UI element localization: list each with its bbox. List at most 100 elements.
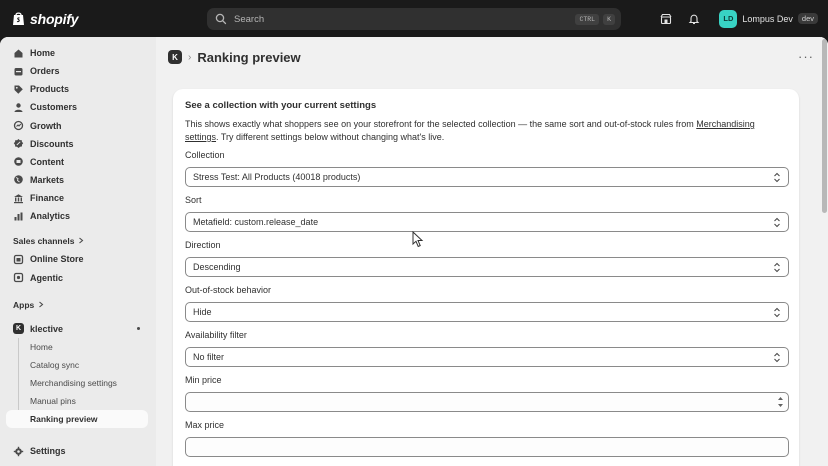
card-description: This shows exactly what shoppers see on …: [185, 118, 775, 144]
select-arrows-icon: [773, 352, 781, 363]
select-arrows-icon: [773, 262, 781, 273]
person-icon: [13, 102, 24, 113]
top-actions: LD Lompus Dev dev: [657, 0, 818, 37]
sidebar-item-analytics[interactable]: Analytics: [0, 207, 156, 225]
sidebar-item-label: Discounts: [30, 138, 74, 149]
main-content: K › Ranking preview ··· See a collection…: [156, 37, 828, 466]
direction-label: Direction: [185, 240, 221, 250]
direction-select[interactable]: Descending: [185, 257, 789, 277]
search-placeholder: Search: [234, 13, 265, 25]
oos-field: Out-of-stock behavior Hide: [185, 285, 789, 322]
discount-icon: [13, 138, 24, 149]
max-price-label: Max price: [185, 420, 225, 430]
mouse-cursor-icon: [412, 230, 424, 248]
card-title: See a collection with your current setti…: [185, 100, 377, 111]
oos-label: Out-of-stock behavior: [185, 285, 272, 295]
store-switch-icon[interactable]: [657, 10, 675, 28]
direction-value: Descending: [193, 262, 241, 272]
user-menu[interactable]: LD Lompus Dev dev: [719, 9, 818, 28]
app-sub-item-catalog-sync[interactable]: Catalog sync: [0, 356, 156, 374]
sidebar-item-customers[interactable]: Customers: [0, 98, 156, 116]
select-arrows-icon: [773, 172, 781, 183]
sidebar-item-settings[interactable]: Settings: [0, 442, 66, 460]
chart-icon: [13, 211, 24, 222]
app-sub-item-manual-pins[interactable]: Manual pins: [0, 392, 156, 410]
gear-icon: [13, 446, 24, 457]
sidebar-item-home[interactable]: Home: [0, 44, 156, 62]
sort-label: Sort: [185, 195, 202, 205]
sidebar-item-label: Settings: [30, 446, 66, 456]
sidebar-item-label: Products: [30, 84, 70, 95]
sidebar-item-products[interactable]: Products: [0, 80, 156, 98]
shopify-logo[interactable]: shopify: [12, 11, 202, 27]
availability-value: No filter: [193, 352, 225, 362]
min-price-label: Min price: [185, 375, 222, 385]
availability-select[interactable]: No filter: [185, 347, 789, 367]
chevron-right-icon: [78, 236, 84, 246]
sidebar-item-klective[interactable]: K klective: [0, 320, 156, 338]
home-icon: [13, 48, 24, 59]
scrollbar[interactable]: [821, 37, 828, 466]
tag-icon: [13, 84, 24, 95]
sidebar-item-label: Finance: [30, 193, 65, 204]
sort-field: Sort Metafield: custom.release_date: [185, 195, 789, 232]
logo-text: shopify: [30, 10, 79, 27]
collection-select[interactable]: Stress Test: All Products (40018 product…: [185, 167, 789, 187]
bell-icon[interactable]: [685, 10, 703, 28]
sidebar-item-content[interactable]: Content: [0, 153, 156, 171]
min-price-field: Min price: [185, 375, 789, 412]
content-icon: [13, 156, 24, 167]
sidebar-item-label: Analytics: [30, 211, 71, 222]
page-header: K › Ranking preview: [168, 49, 301, 65]
pin-dot-icon: [137, 327, 140, 331]
sidebar-item-label: Content: [30, 156, 64, 167]
avatar: LD: [719, 9, 738, 28]
select-arrows-icon: [773, 307, 781, 318]
sidebar-item-label: Orders: [30, 66, 60, 77]
decrement-icon[interactable]: [774, 402, 786, 409]
min-price-input[interactable]: [185, 392, 789, 412]
klective-app-icon: K: [13, 323, 24, 335]
env-badge: dev: [797, 13, 818, 24]
sidebar-item-label: Online Store: [30, 254, 84, 265]
apps-section[interactable]: Apps: [0, 296, 156, 314]
direction-field: Direction Descending: [185, 240, 789, 277]
sidebar-item-markets[interactable]: Markets: [0, 171, 156, 189]
bank-icon: [13, 193, 24, 204]
app-sub-item-merchandising-settings[interactable]: Merchandising settings: [0, 374, 156, 392]
more-actions-button[interactable]: ···: [798, 49, 814, 64]
sidebar-item-label: Markets: [30, 174, 65, 185]
sort-select[interactable]: Metafield: custom.release_date: [185, 212, 789, 232]
app-sub-item-home[interactable]: Home: [0, 338, 156, 356]
sidebar-item-label: Customers: [30, 102, 78, 113]
scrollbar-thumb[interactable]: [822, 39, 827, 213]
sidebar-item-growth[interactable]: Growth: [0, 117, 156, 135]
card-description-text: This shows exactly what shoppers see on …: [185, 119, 697, 129]
user-name: Lompus Dev: [742, 13, 793, 24]
sidebar-item-online-store[interactable]: Online Store: [0, 250, 156, 268]
oos-select[interactable]: Hide: [185, 302, 789, 322]
sidebar-item-discounts[interactable]: Discounts: [0, 135, 156, 153]
increment-icon[interactable]: [774, 395, 786, 402]
max-price-input[interactable]: [185, 437, 789, 457]
page-title: Ranking preview: [197, 49, 301, 65]
collection-field: Collection Stress Test: All Products (40…: [185, 150, 789, 187]
app-sub-item-ranking-preview[interactable]: Ranking preview: [6, 409, 148, 428]
sidebar-item-agentic[interactable]: Agentic: [0, 269, 156, 287]
search-bar[interactable]: Search CTRL K: [207, 8, 621, 30]
globe-icon: [13, 174, 24, 185]
oos-value: Hide: [193, 307, 212, 317]
max-price-field: Max price: [185, 420, 789, 457]
sidebar-item-finance[interactable]: Finance: [0, 189, 156, 207]
sales-channels-section[interactable]: Sales channels: [0, 232, 156, 250]
admin-frame: Home Orders Products Customers Growth Di…: [0, 37, 828, 466]
sidebar-item-orders[interactable]: Orders: [0, 62, 156, 80]
preview-card: See a collection with your current setti…: [173, 89, 799, 466]
sidebar-item-label: Home: [30, 48, 56, 58]
sort-value: Metafield: custom.release_date: [193, 217, 319, 227]
breadcrumb-app-icon[interactable]: K: [168, 50, 182, 64]
sidebar-item-label: Agentic: [30, 272, 64, 283]
apps-label: Apps: [13, 299, 35, 310]
agentic-icon: [13, 272, 24, 283]
shortcut-ctrl-key: CTRL: [575, 13, 600, 25]
